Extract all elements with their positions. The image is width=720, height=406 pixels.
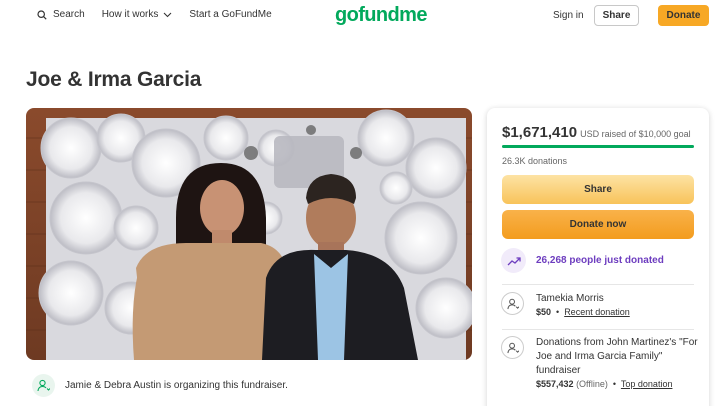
donation-count: 26.3K donations xyxy=(502,156,568,166)
donor-icon xyxy=(501,292,524,315)
donor-name: Tamekia Morris xyxy=(536,293,604,304)
user-heart-icon xyxy=(37,379,50,392)
raised-goal: USD raised of $10,000 goal xyxy=(580,129,691,139)
start-gofundme-label: Start a GoFundMe xyxy=(189,9,272,20)
top-nav: Search How it works Start a GoFundMe gof… xyxy=(0,0,720,32)
donation-card: $1,671,410 USD raised of $10,000 goal 26… xyxy=(487,108,709,406)
recent-activity: 26,268 people just donated xyxy=(501,248,664,273)
user-heart-icon xyxy=(506,342,519,353)
gofundme-logo[interactable]: gofundme xyxy=(335,4,427,27)
nav-left: Search How it works Start a GoFundMe xyxy=(37,9,289,20)
donor-amount: $50 xyxy=(536,307,552,317)
campaign-photo[interactable] xyxy=(26,108,472,360)
header-share-button[interactable]: Share xyxy=(594,5,639,26)
raised-summary: $1,671,410 USD raised of $10,000 goal xyxy=(502,124,691,141)
trend-icon-wrap xyxy=(501,248,526,273)
recent-donation-link[interactable]: Recent donation xyxy=(564,307,630,317)
how-it-works-label: How it works xyxy=(101,9,159,20)
recent-activity-text: 26,268 people just donated xyxy=(536,255,664,266)
divider xyxy=(502,329,694,330)
progress-fill xyxy=(502,145,694,148)
header-donate-button[interactable]: Donate xyxy=(658,5,709,26)
top-donation-link[interactable]: Top donation xyxy=(621,379,673,389)
donor-amount: $557,432 xyxy=(536,379,574,389)
search-icon xyxy=(37,9,47,20)
donor-icon xyxy=(501,336,524,359)
campaign-title: Joe & Irma Garcia xyxy=(26,68,202,91)
search-label: Search xyxy=(53,9,85,20)
donor-body: Tamekia Morris $50 • Recent donation xyxy=(536,292,630,319)
user-heart-icon xyxy=(506,298,519,309)
progress-bar xyxy=(502,145,694,148)
raised-amount: $1,671,410 xyxy=(502,124,578,141)
donor-meta: $557,432 (Offline) • Top donation xyxy=(536,379,673,389)
trending-up-icon xyxy=(507,256,521,265)
donor-meta: $50 • Recent donation xyxy=(536,307,630,317)
organizer-text: Jamie & Debra Austin is organizing this … xyxy=(65,380,288,391)
donor-item: Donations from John Martinez's "For Joe … xyxy=(501,336,701,391)
search-link[interactable]: Search xyxy=(37,9,85,20)
donor-body: Donations from John Martinez's "For Joe … xyxy=(536,336,701,391)
start-gofundme-link[interactable]: Start a GoFundMe xyxy=(189,9,271,20)
share-button[interactable]: Share xyxy=(502,175,694,204)
sign-in-link[interactable]: Sign in xyxy=(553,10,584,21)
chevron-down-icon xyxy=(163,12,172,17)
campaign-photo-image xyxy=(26,108,472,360)
organizer-row: Jamie & Debra Austin is organizing this … xyxy=(32,374,288,397)
donate-now-button[interactable]: Donate now xyxy=(502,210,694,239)
organizer-avatar xyxy=(32,374,55,397)
how-it-works-menu[interactable]: How it works xyxy=(102,9,173,20)
donor-item: Tamekia Morris $50 • Recent donation xyxy=(501,292,630,319)
donor-name: Donations from John Martinez's "For Joe … xyxy=(536,337,698,376)
divider xyxy=(502,284,694,285)
donor-note: (Offline) xyxy=(576,379,608,389)
